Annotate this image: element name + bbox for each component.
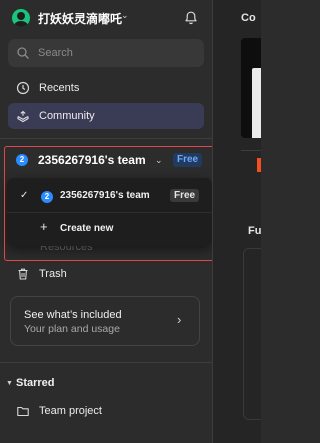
chevron-down-icon[interactable]: ▼ bbox=[6, 380, 13, 387]
section-heading: Fu bbox=[248, 225, 261, 237]
file-card[interactable] bbox=[243, 248, 261, 420]
clock-icon bbox=[16, 81, 30, 95]
search-icon bbox=[17, 47, 29, 59]
card-subtitle: Your plan and usage bbox=[24, 323, 120, 335]
bell-icon[interactable] bbox=[183, 10, 199, 26]
sidebar-item-label: Trash bbox=[39, 268, 67, 280]
chevron-right-icon: › bbox=[177, 312, 182, 327]
divider bbox=[241, 150, 261, 151]
plan-usage-card[interactable]: See what’s included Your plan and usage … bbox=[10, 296, 200, 346]
main-tab-label[interactable]: Co bbox=[241, 12, 256, 24]
sidebar: 打妖妖灵滴嘟吒 ⌄ Search Recents Community 2 235… bbox=[0, 0, 240, 443]
community-icon bbox=[17, 110, 29, 123]
search-input[interactable]: Search bbox=[8, 39, 204, 67]
sidebar-item-community[interactable]: Community bbox=[8, 103, 204, 129]
sidebar-header: 打妖妖灵滴嘟吒 ⌄ bbox=[0, 0, 212, 36]
starred-item-label: Team project bbox=[39, 405, 102, 417]
figma-file-icon bbox=[257, 158, 261, 172]
sidebar-item-trash[interactable]: Trash bbox=[8, 261, 204, 287]
username[interactable]: 打妖妖灵滴嘟吒 bbox=[38, 10, 122, 27]
divider bbox=[0, 138, 212, 139]
card-title: See what’s included bbox=[24, 309, 122, 321]
main-panel: Co Fu bbox=[213, 0, 261, 443]
highlight-box bbox=[4, 146, 240, 261]
starred-item[interactable]: Team project bbox=[8, 398, 204, 424]
sidebar-item-label: Recents bbox=[39, 82, 80, 94]
sidebar-item-recents[interactable]: Recents bbox=[8, 75, 204, 101]
trash-icon bbox=[18, 268, 28, 280]
starred-heading[interactable]: Starred bbox=[16, 377, 55, 389]
divider bbox=[0, 362, 212, 363]
file-thumbnail[interactable] bbox=[241, 38, 261, 138]
sidebar-item-label: Community bbox=[39, 110, 95, 122]
search-placeholder: Search bbox=[38, 47, 73, 59]
folder-icon bbox=[17, 406, 29, 417]
avatar[interactable] bbox=[12, 9, 30, 27]
chevron-down-icon[interactable]: ⌄ bbox=[121, 10, 129, 21]
